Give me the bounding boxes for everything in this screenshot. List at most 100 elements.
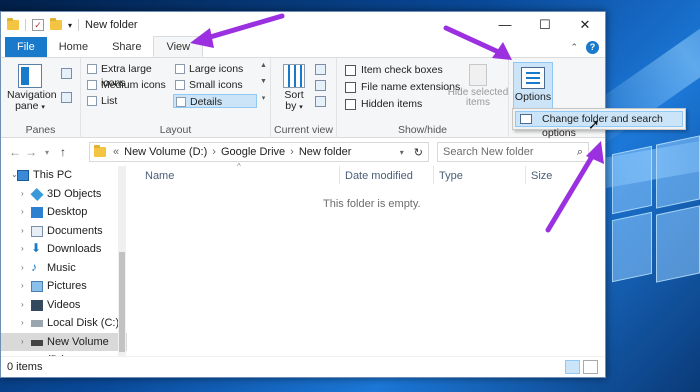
- breadcrumb-new-folder[interactable]: New folder: [299, 146, 352, 158]
- details-icon: [176, 97, 186, 107]
- minimize-button[interactable]: —: [485, 12, 525, 38]
- layout-scroll-up[interactable]: ▲: [259, 62, 268, 69]
- chevron-right-icon[interactable]: ›: [212, 146, 216, 158]
- small-icons-icon: [175, 80, 185, 90]
- item-check-boxes-checkbox[interactable]: Item check boxes: [345, 64, 443, 78]
- folder-options-icon: [520, 114, 532, 124]
- details-pane-icon[interactable]: [61, 92, 72, 103]
- nav-local-disk-c[interactable]: › Local Disk (C:): [1, 314, 127, 333]
- column-header-date-modified[interactable]: Date modified: [345, 170, 413, 182]
- large-icons-view-icon[interactable]: [583, 360, 598, 374]
- nav-scrollbar[interactable]: [118, 166, 126, 356]
- ribbon-tabs: File Home Share View ⌃ ?: [1, 36, 605, 58]
- chevron-right-icon[interactable]: ›: [21, 185, 24, 204]
- medium-icons-icon: [87, 80, 97, 90]
- hide-selected-label: Hide selected items: [447, 87, 509, 108]
- cube-icon: [30, 187, 44, 201]
- chevron-right-icon[interactable]: ›: [21, 277, 24, 296]
- search-icon[interactable]: ⌕: [577, 143, 583, 161]
- size-columns-icon[interactable]: [315, 96, 326, 107]
- breadcrumb-new-volume[interactable]: New Volume (D:): [124, 146, 207, 158]
- current-view-group: Sort by ▾ Current view: [271, 58, 337, 138]
- tab-view[interactable]: View: [153, 36, 204, 57]
- nav-label: Documents: [47, 224, 103, 237]
- layout-large-icons[interactable]: Large icons: [173, 62, 257, 76]
- forward-icon[interactable]: →: [23, 145, 39, 159]
- help-icon[interactable]: ?: [586, 40, 599, 54]
- layout-more[interactable]: ▾: [259, 94, 268, 102]
- tab-share[interactable]: Share: [100, 37, 153, 57]
- divider: [78, 19, 80, 31]
- layout-extra-large-icons[interactable]: Extra large icons: [85, 62, 171, 89]
- nav-label: Videos: [47, 298, 81, 311]
- chevron-right-icon[interactable]: ›: [21, 259, 24, 278]
- nav-downloads[interactable]: › ⬇ Downloads: [1, 240, 127, 259]
- nav-3d-objects[interactable]: › 3D Objects: [1, 185, 127, 204]
- chevron-right-icon[interactable]: ›: [290, 146, 294, 158]
- nav-scrollbar-thumb[interactable]: [119, 252, 125, 352]
- expand-ribbon-icon[interactable]: ⌃: [570, 42, 578, 53]
- nav-pictures[interactable]: › Pictures: [1, 277, 127, 296]
- group-by-icon[interactable]: [315, 64, 326, 75]
- overflow-chevron-icon[interactable]: «: [113, 146, 119, 158]
- nav-label: Pictures: [47, 280, 87, 292]
- recent-locations-icon[interactable]: ▾: [39, 148, 55, 157]
- chevron-right-icon[interactable]: ›: [21, 314, 24, 333]
- nav-videos[interactable]: › Videos: [1, 296, 127, 315]
- breadcrumb-google-drive[interactable]: Google Drive: [221, 146, 285, 158]
- nav-this-pc[interactable]: ⌄ This PC: [1, 166, 127, 185]
- file-name-extensions-label: File name extensions: [361, 81, 461, 93]
- nav-music[interactable]: › ♪ Music: [1, 259, 127, 278]
- new-folder-icon[interactable]: [50, 18, 62, 30]
- nav-documents[interactable]: › Documents: [1, 222, 127, 241]
- hidden-items-label: Hidden items: [361, 98, 423, 110]
- close-button[interactable]: ✕: [565, 12, 605, 38]
- hidden-items-checkbox[interactable]: Hidden items: [345, 98, 422, 112]
- options-label: Options: [514, 91, 552, 103]
- refresh-icon[interactable]: ↻: [409, 146, 428, 159]
- nav-desktop[interactable]: › Desktop: [1, 203, 127, 222]
- sort-by-button[interactable]: Sort by ▾: [279, 64, 309, 113]
- back-icon[interactable]: ←: [7, 145, 23, 159]
- layout-medium-icons[interactable]: Medium icons: [85, 78, 171, 92]
- nav-label: 3D Objects: [47, 187, 102, 200]
- layout-small-icons[interactable]: Small icons: [173, 78, 257, 92]
- nav-new-volume-d[interactable]: › New Volume (D:): [1, 332, 127, 356]
- customize-toolbar-icon[interactable]: ▾: [68, 21, 72, 30]
- navigation-pane-button[interactable]: Navigation pane ▾: [7, 64, 57, 113]
- add-columns-icon[interactable]: [315, 80, 326, 91]
- tab-home[interactable]: Home: [47, 37, 100, 57]
- column-header-type[interactable]: Type: [439, 170, 463, 182]
- column-divider[interactable]: [433, 166, 434, 184]
- music-icon: ♪: [31, 259, 37, 274]
- checkbox-box: [345, 99, 356, 110]
- layout-label: List: [101, 95, 118, 107]
- column-divider[interactable]: [525, 166, 526, 184]
- chevron-right-icon[interactable]: ›: [21, 333, 24, 352]
- address-bar[interactable]: « New Volume (D:) › Google Drive › New f…: [89, 142, 429, 162]
- chevron-right-icon[interactable]: ›: [21, 296, 24, 315]
- search-input[interactable]: Search New folder ⌕: [437, 142, 589, 162]
- up-icon[interactable]: ↑: [55, 145, 71, 159]
- details-view-icon[interactable]: [565, 360, 580, 374]
- column-header-size[interactable]: Size: [531, 170, 552, 182]
- address-dropdown-icon[interactable]: ▾: [400, 148, 404, 157]
- chevron-right-icon[interactable]: ›: [21, 203, 24, 222]
- chevron-right-icon[interactable]: ›: [21, 240, 24, 259]
- properties-icon[interactable]: ✓: [32, 19, 44, 31]
- tab-file[interactable]: File: [5, 37, 47, 57]
- layout-scroll-down[interactable]: ▼: [259, 78, 268, 85]
- chevron-right-icon[interactable]: ›: [21, 222, 24, 241]
- checkbox-box: [345, 82, 356, 93]
- column-header-name[interactable]: Name: [145, 170, 174, 182]
- hide-selected-items-button[interactable]: Hide selected items: [447, 64, 509, 108]
- column-divider[interactable]: [339, 166, 340, 184]
- drive-icon: [31, 320, 43, 327]
- pictures-icon: [31, 281, 43, 292]
- layout-list[interactable]: List: [85, 94, 171, 108]
- maximize-button[interactable]: ☐: [525, 12, 565, 38]
- panes-group-label: Panes: [25, 124, 56, 136]
- layout-details[interactable]: Details: [173, 94, 257, 108]
- file-name-extensions-checkbox[interactable]: File name extensions: [345, 81, 460, 95]
- preview-pane-icon[interactable]: [61, 68, 72, 79]
